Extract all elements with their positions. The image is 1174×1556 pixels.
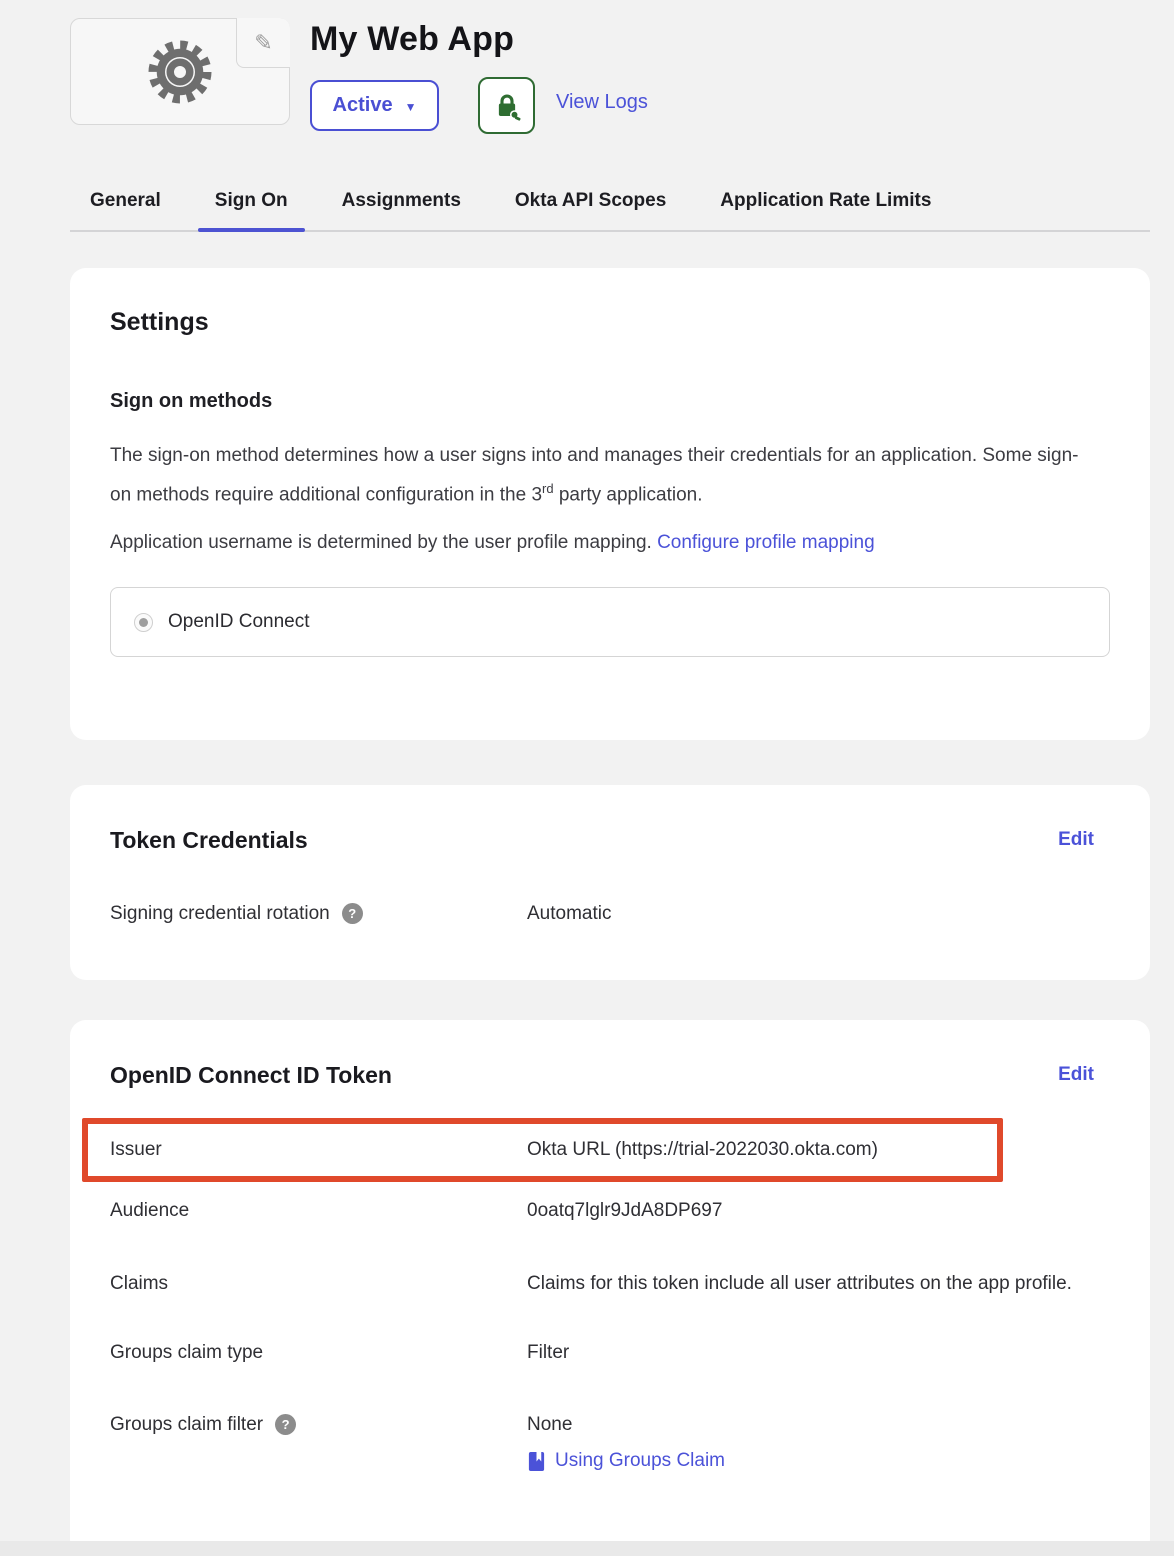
view-logs-link[interactable]: View Logs xyxy=(556,91,648,114)
claims-row: Claims Claims for this token include all… xyxy=(110,1270,1110,1298)
chevron-down-icon: ▼ xyxy=(405,98,417,114)
sign-on-methods-heading: Sign on methods xyxy=(110,390,1110,413)
configure-profile-mapping-link[interactable]: Configure profile mapping xyxy=(657,532,875,553)
method-option-label: OpenID Connect xyxy=(168,611,310,633)
sign-on-method-description: The sign-on method determines how a user… xyxy=(110,439,1085,511)
row-label: Audience xyxy=(110,1197,527,1225)
admin-toggle-button[interactable] xyxy=(478,77,535,134)
description-text-end: party application. xyxy=(554,484,703,505)
row-label-text: Groups claim filter xyxy=(110,1411,263,1439)
id-token-title: OpenID Connect ID Token xyxy=(110,1062,1110,1089)
pencil-icon: ✎ xyxy=(254,30,272,56)
using-groups-claim-link[interactable]: Using Groups Claim xyxy=(527,1447,725,1475)
row-value: Automatic xyxy=(527,900,611,928)
app-tabbar: General Sign On Assignments Okta API Sco… xyxy=(70,186,1150,232)
tab-okta-api-scopes[interactable]: Okta API Scopes xyxy=(515,186,666,230)
row-label: Claims xyxy=(110,1270,527,1298)
tab-application-rate-limits[interactable]: Application Rate Limits xyxy=(720,186,931,230)
help-icon[interactable]: ? xyxy=(275,1414,296,1435)
sign-on-method-option[interactable]: OpenID Connect xyxy=(110,587,1110,657)
token-credentials-edit-link[interactable]: Edit xyxy=(1058,829,1094,851)
audience-row: Audience 0oatq7lglr9JdA8DP697 xyxy=(110,1197,1110,1225)
lock-key-icon xyxy=(492,91,522,121)
edit-logo-button[interactable]: ✎ xyxy=(236,18,290,68)
groups-claim-type-value: Filter xyxy=(527,1339,569,1367)
issuer-row-highlighted: Issuer Okta URL (https://trial-2022030.o… xyxy=(82,1118,1003,1182)
gear-logo-icon xyxy=(144,36,216,108)
tab-sign-on[interactable]: Sign On xyxy=(215,186,288,230)
audience-value: 0oatq7lglr9JdA8DP697 xyxy=(527,1197,722,1225)
tab-assignments[interactable]: Assignments xyxy=(342,186,461,230)
token-credentials-title: Token Credentials xyxy=(110,827,1110,854)
link-label: Using Groups Claim xyxy=(555,1447,725,1475)
app-logo-tile: ✎ xyxy=(70,18,290,125)
row-label: Groups claim filter ? xyxy=(110,1411,527,1439)
row-label: Issuer xyxy=(110,1136,527,1164)
row-label: Groups claim type xyxy=(110,1339,527,1367)
claims-value: Claims for this token include all user a… xyxy=(527,1270,1072,1298)
row-label-text: Signing credential rotation xyxy=(110,900,330,928)
book-icon xyxy=(527,1451,546,1472)
token-credentials-card: Token Credentials Edit Signing credentia… xyxy=(70,785,1150,980)
groups-claim-filter-value: None Using Groups Claim xyxy=(527,1411,725,1475)
signing-credential-rotation-row: Signing credential rotation ? Automatic xyxy=(110,900,1110,928)
groups-claim-filter-row: Groups claim filter ? None Using Groups … xyxy=(110,1411,1110,1475)
ordinal-superscript: rd xyxy=(542,481,554,496)
username-mapping-description: Application username is determined by th… xyxy=(110,526,1110,559)
mapping-text: Application username is determined by th… xyxy=(110,532,657,553)
tab-general[interactable]: General xyxy=(90,186,161,230)
app-status-dropdown[interactable]: Active ▼ xyxy=(310,80,439,131)
row-label: Signing credential rotation ? xyxy=(110,900,527,928)
settings-title: Settings xyxy=(110,308,1110,337)
issuer-value: Okta URL (https://trial-2022030.okta.com… xyxy=(527,1136,878,1164)
screenshot-bottom-strip xyxy=(0,1541,1174,1556)
status-label: Active xyxy=(333,94,393,117)
settings-card: Settings Sign on methods The sign-on met… xyxy=(70,268,1150,740)
page-title: My Web App xyxy=(310,20,514,59)
filter-value-text: None xyxy=(527,1411,725,1439)
id-token-edit-link[interactable]: Edit xyxy=(1058,1064,1094,1086)
radio-selected-icon[interactable] xyxy=(134,613,153,632)
groups-claim-type-row: Groups claim type Filter xyxy=(110,1339,1110,1367)
openid-id-token-card: OpenID Connect ID Token Edit Issuer Okta… xyxy=(70,1020,1150,1556)
help-icon[interactable]: ? xyxy=(342,903,363,924)
